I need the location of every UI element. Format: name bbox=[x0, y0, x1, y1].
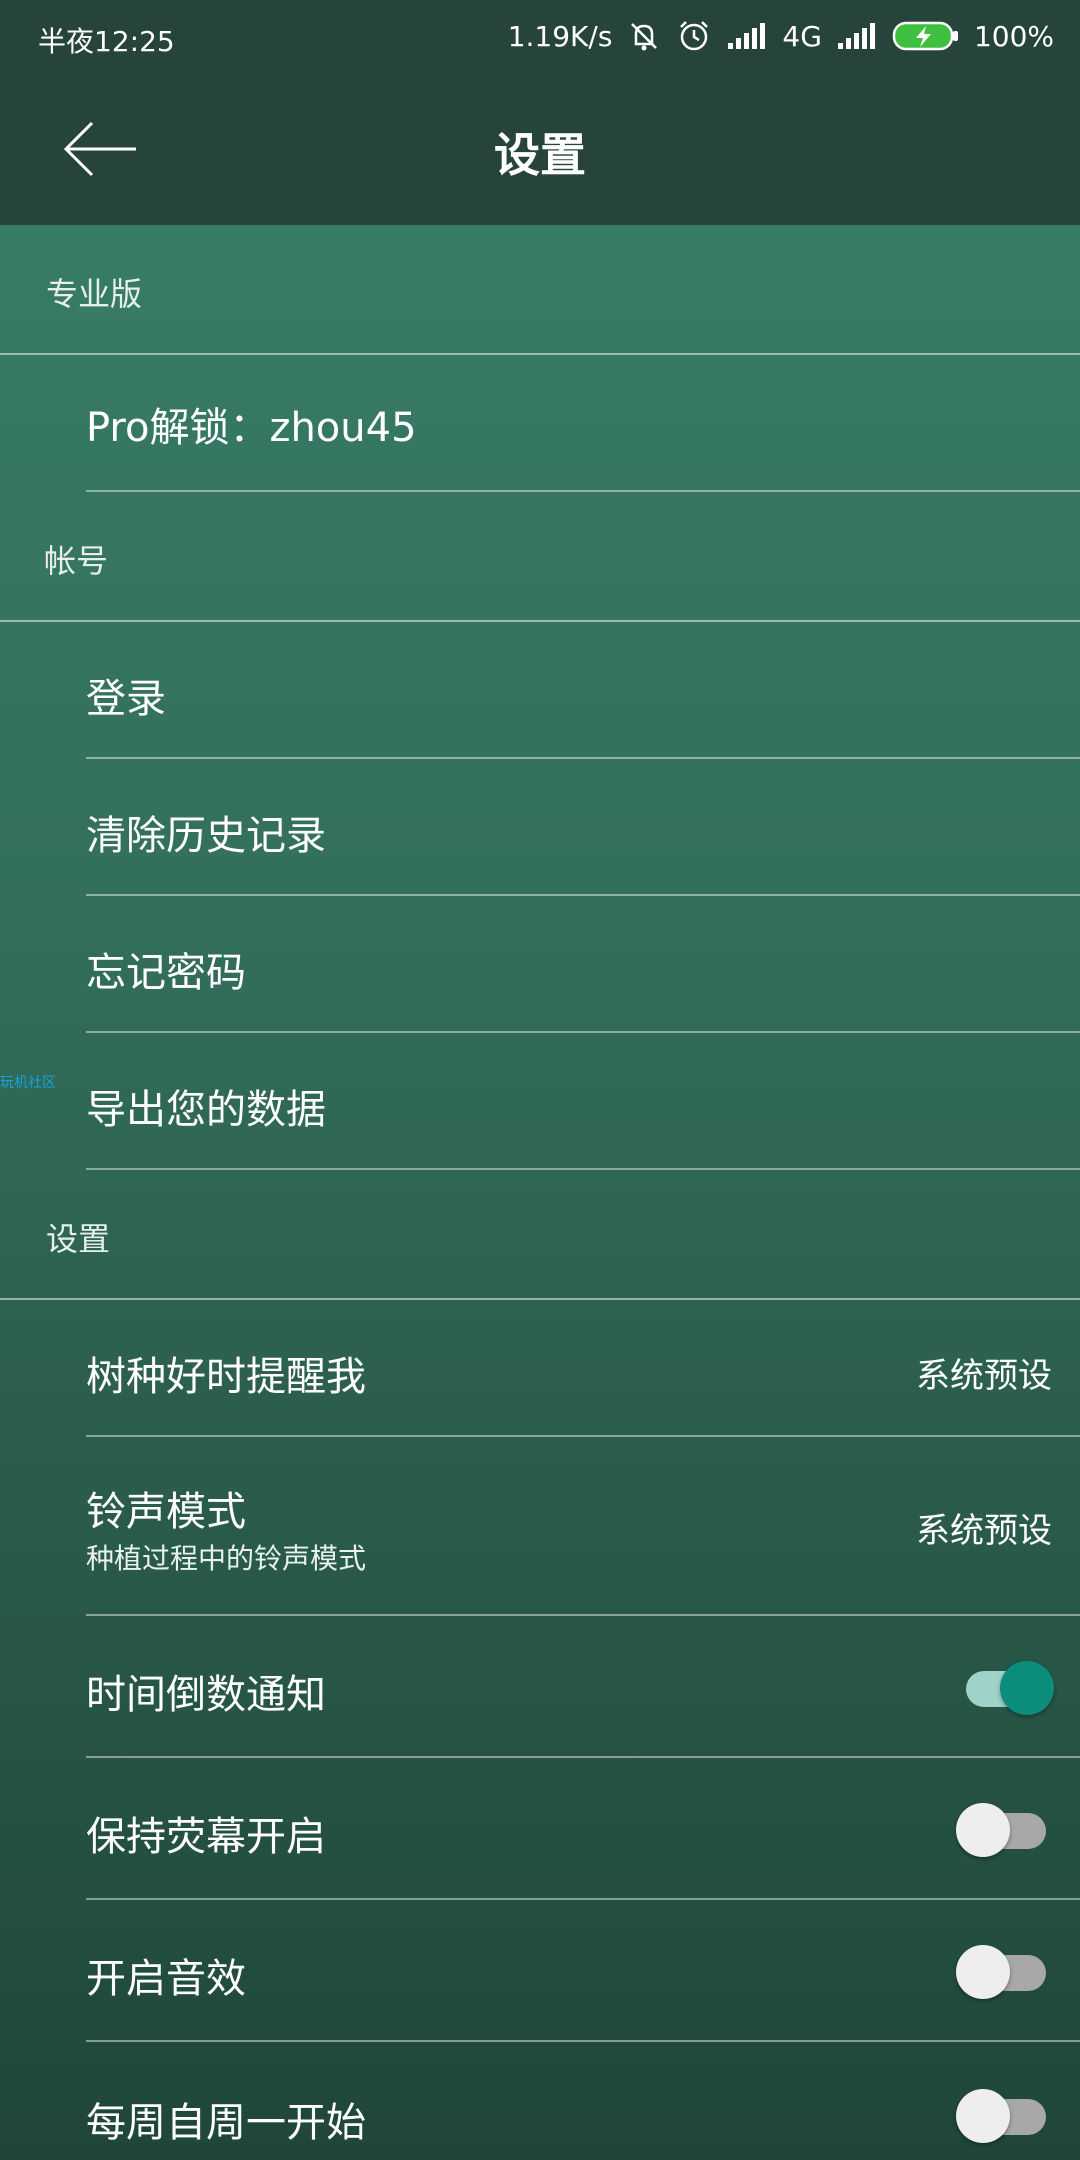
ringtone-mode-item[interactable]: 铃声模式 种植过程中的铃声模式 系统预设 bbox=[86, 1437, 1080, 1616]
ringtone-value: 系统预设 bbox=[916, 1511, 1052, 1551]
list-item-label: 清除历史记录 bbox=[86, 813, 326, 859]
sound-toggle[interactable] bbox=[956, 1940, 1050, 1999]
week-start-monday-item[interactable]: 每周自周一开始 bbox=[86, 2042, 1080, 2160]
toggle-thumb bbox=[1000, 1661, 1054, 1715]
status-time: 半夜12:25 bbox=[38, 25, 175, 58]
week-start-toggle[interactable] bbox=[956, 2084, 1050, 2143]
toggle-thumb bbox=[956, 1945, 1010, 1999]
battery-level: 100% bbox=[973, 19, 1054, 53]
section-header-pro: 专业版 bbox=[0, 225, 1080, 355]
list-item-label: 保持荧幕开启 bbox=[86, 1814, 326, 1860]
toggle-thumb bbox=[956, 1803, 1010, 1857]
export-data-item[interactable]: 导出您的数据 bbox=[86, 1033, 1080, 1170]
battery-charging-icon bbox=[892, 20, 960, 52]
network-type: 4G bbox=[782, 19, 822, 53]
list-item-subtitle: 种植过程中的铃声模式 bbox=[86, 1542, 367, 1575]
countdown-toggle[interactable] bbox=[956, 1656, 1054, 1715]
list-item-label: 忘记密码 bbox=[86, 950, 246, 996]
pro-unlock-label: Pro解锁：zhou45 bbox=[86, 405, 417, 451]
section-header-account: 帐号 bbox=[0, 492, 1080, 622]
pro-unlock-item[interactable]: Pro解锁：zhou45 bbox=[86, 355, 1080, 492]
network-speed: 1.19K/s bbox=[507, 19, 613, 53]
list-item-label: 树种好时提醒我 bbox=[86, 1354, 366, 1400]
list-item-label: 每周自周一开始 bbox=[86, 2100, 366, 2146]
list-item-label: 铃声模式 bbox=[86, 1489, 246, 1535]
status-bar: 半夜12:25 1.19K/s 4G 100% bbox=[0, 0, 1080, 75]
mute-icon bbox=[626, 18, 662, 54]
reminder-item[interactable]: 树种好时提醒我 系统预设 bbox=[86, 1300, 1080, 1437]
list-item-label: 开启音效 bbox=[86, 1956, 246, 2002]
status-icons: 1.19K/s 4G 100% bbox=[508, 18, 1054, 54]
login-item[interactable]: 登录 bbox=[86, 622, 1080, 759]
section-label: 帐号 bbox=[44, 542, 109, 580]
signal-icon bbox=[836, 21, 878, 51]
section-label: 专业版 bbox=[46, 275, 143, 313]
section-label: 设置 bbox=[46, 1220, 111, 1258]
page-title: 设置 bbox=[494, 128, 586, 182]
keep-screen-toggle[interactable] bbox=[956, 1798, 1050, 1857]
keep-screen-on-item[interactable]: 保持荧幕开启 bbox=[86, 1758, 1080, 1900]
watermark: 玩机社区 bbox=[0, 1075, 56, 1091]
reminder-value: 系统预设 bbox=[916, 1356, 1052, 1396]
signal-icon bbox=[726, 21, 768, 51]
list-item-label: 登录 bbox=[86, 676, 166, 722]
forgot-password-item[interactable]: 忘记密码 bbox=[86, 896, 1080, 1033]
clear-history-item[interactable]: 清除历史记录 bbox=[86, 759, 1080, 896]
toggle-thumb bbox=[956, 2089, 1010, 2143]
alarm-icon bbox=[676, 18, 712, 54]
list-item-label: 导出您的数据 bbox=[86, 1087, 326, 1133]
list-item-label: 时间倒数通知 bbox=[86, 1672, 326, 1718]
sound-effects-item[interactable]: 开启音效 bbox=[86, 1900, 1080, 2042]
app-bar: 设置 bbox=[0, 75, 1080, 225]
section-header-settings: 设置 bbox=[0, 1170, 1080, 1300]
countdown-notify-item[interactable]: 时间倒数通知 bbox=[86, 1616, 1080, 1758]
